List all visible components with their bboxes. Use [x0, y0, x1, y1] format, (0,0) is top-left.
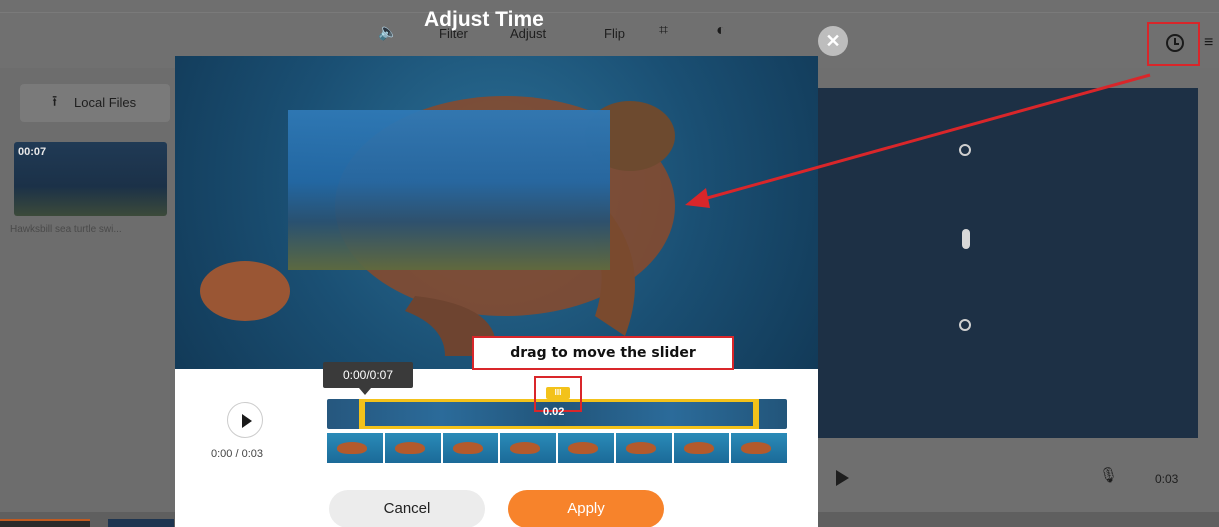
clip-preview: [175, 56, 818, 369]
microphone-icon[interactable]: 🎙: [1099, 466, 1118, 484]
play-icon[interactable]: [836, 470, 849, 486]
frame-thumbnail: [673, 433, 730, 463]
frame-thumbnail: [327, 433, 383, 463]
annotation-label: drag to move the slider: [472, 336, 734, 370]
frame-strip: [327, 433, 787, 463]
frame-thumbnail: [500, 433, 556, 463]
page-title: Adjust Time: [424, 8, 544, 31]
frame-thumbnail: [384, 433, 441, 463]
layers-icon[interactable]: ≡: [1204, 34, 1213, 52]
player-time: 0:03: [1155, 472, 1179, 486]
cancel-button[interactable]: Cancel: [329, 490, 485, 527]
playback-time: 0:00 / 0:03: [211, 448, 263, 460]
media-duration: 00:07: [18, 146, 47, 158]
play-button[interactable]: [227, 402, 263, 438]
media-caption: Hawksbill sea turtle swi...: [10, 224, 122, 235]
local-files-label: Local Files: [74, 95, 137, 110]
crop-icon[interactable]: ⌗: [659, 22, 668, 40]
timeline-clip[interactable]: [108, 519, 174, 527]
color-icon[interactable]: ◐: [716, 22, 726, 40]
resize-handle[interactable]: [959, 144, 971, 156]
resize-handle[interactable]: [962, 229, 970, 249]
local-files-button[interactable]: ⭱ Local Files: [20, 84, 170, 122]
frame-thumbnail: [615, 433, 672, 463]
resize-handle[interactable]: [959, 319, 971, 331]
upload-icon: ⭱: [52, 93, 58, 110]
flip-tool[interactable]: Flip: [604, 26, 625, 41]
adjust-time-dialog: 0:00/0:07 drag to move the slider 0:00 /…: [175, 56, 818, 527]
close-button[interactable]: ✕: [818, 26, 848, 56]
volume-icon[interactable]: 🔈: [378, 22, 398, 42]
frame-thumbnail: [731, 433, 787, 463]
overlay-clip[interactable]: [288, 110, 610, 270]
video-preview[interactable]: [818, 88, 1198, 438]
apply-button[interactable]: Apply: [508, 490, 664, 527]
frame-thumbnail: [558, 433, 614, 463]
media-thumbnail[interactable]: 00:07: [14, 142, 167, 216]
slider-value: 0.02: [543, 406, 565, 418]
slider-handle[interactable]: III: [546, 387, 570, 399]
frame-thumbnail: [442, 433, 499, 463]
time-tooltip: 0:00/0:07: [323, 362, 413, 395]
timeline-clip[interactable]: [0, 519, 90, 527]
clock-icon[interactable]: [1166, 34, 1184, 52]
media-panel: [0, 68, 175, 527]
